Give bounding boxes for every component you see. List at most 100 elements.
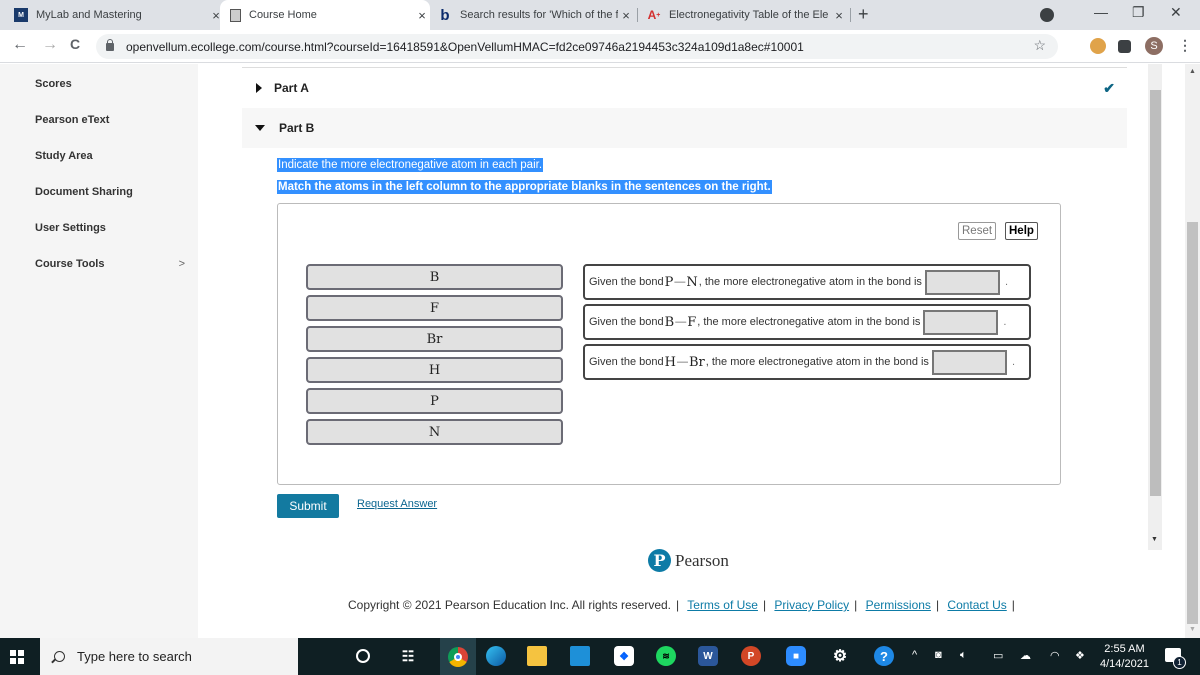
content-scrollbar-thumb[interactable] (1150, 90, 1161, 496)
sidebar-item-pearson-etext[interactable]: Pearson eText (35, 114, 185, 126)
sentence-text: Given the bond (589, 316, 664, 328)
close-tab-icon[interactable]: × (831, 8, 847, 23)
forward-button[interactable]: → (42, 36, 58, 54)
footer-separator: | (1011, 598, 1015, 612)
answer-drop-target[interactable] (923, 309, 999, 335)
sidebar-item-study-area[interactable]: Study Area (35, 150, 185, 162)
sidebar-item-document-sharing[interactable]: Document Sharing (35, 186, 185, 198)
show-hidden-icons-chevron[interactable]: ^ (912, 649, 917, 661)
sidebar-item-label: Pearson eText (35, 114, 110, 126)
sidebar-item-scores[interactable]: Scores (35, 78, 185, 90)
close-tab-icon[interactable]: × (414, 8, 430, 23)
cookie-extension-icon[interactable] (1090, 38, 1106, 54)
page-scrollbar[interactable]: ▲ ▼ (1185, 64, 1200, 638)
scroll-down-arrow-icon[interactable]: ▼ (1189, 626, 1196, 633)
tab-mylab[interactable]: M MyLab and Mastering × (14, 0, 224, 30)
zoom-app-icon[interactable]: ■ (786, 646, 806, 666)
atom-tile-n[interactable]: N (306, 419, 563, 445)
clock-date: 4/14/2021 (1100, 658, 1149, 670)
atom-tile-p[interactable]: P (306, 388, 563, 414)
word-icon[interactable]: W (698, 646, 718, 666)
aplus-icon: A + (647, 8, 661, 22)
windows-start-icon[interactable] (10, 650, 24, 664)
tab-title: Search results for 'Which of the f (460, 9, 618, 21)
help-button[interactable]: Help (1005, 222, 1038, 240)
file-explorer-icon[interactable] (527, 646, 547, 666)
dropbox-tray-icon[interactable]: ❖ (1075, 649, 1085, 662)
settings-gear-icon[interactable]: ⚙ (830, 646, 850, 666)
extensions-puzzle-icon[interactable] (1118, 40, 1131, 53)
taskbar-search-box[interactable]: Type here to search (40, 638, 298, 675)
tab-title: Course Home (249, 9, 317, 21)
tab-electronegativity[interactable]: A + Electronegativity Table of the Ele × (647, 0, 847, 30)
reload-button[interactable]: C (70, 36, 80, 52)
wifi-icon[interactable]: ◠ (1050, 649, 1060, 662)
submit-button[interactable]: Submit (277, 494, 339, 518)
profile-avatar[interactable]: S (1145, 37, 1163, 55)
page-icon (230, 8, 241, 22)
system-clock[interactable]: 2:55 AM 4/14/2021 (1100, 642, 1149, 672)
sentence-period: . (1003, 316, 1007, 328)
mail-icon[interactable] (570, 646, 590, 666)
cortana-icon[interactable] (356, 649, 370, 663)
help-question-icon[interactable]: ? (874, 646, 894, 666)
part-a-header[interactable]: Part A ✔ (242, 72, 1127, 104)
page-scrollbar-thumb[interactable] (1187, 222, 1198, 624)
checkmark-icon: ✔ (1103, 80, 1115, 96)
permissions-link[interactable]: Permissions (866, 598, 931, 612)
drag-drop-area: Reset Help B F Br H P N Given the bond P… (277, 203, 1061, 485)
terms-of-use-link[interactable]: Terms of Use (687, 598, 758, 612)
onedrive-cloud-icon[interactable]: ☁ (1020, 649, 1031, 662)
sidebar-item-course-tools[interactable]: Course Tools > (35, 258, 185, 270)
maximize-button[interactable]: ❐ (1132, 4, 1145, 21)
search-placeholder: Type here to search (77, 649, 192, 664)
bond-atom: N (686, 274, 698, 290)
browser-tab-strip: M MyLab and Mastering × Course Home × b … (0, 0, 1200, 30)
atom-tile-br[interactable]: Br (306, 326, 563, 352)
camera-icon[interactable]: ◙ (935, 649, 942, 661)
task-view-icon[interactable]: ☷ (398, 646, 418, 666)
atom-tile-f[interactable]: F (306, 295, 563, 321)
reset-button[interactable]: Reset (958, 222, 997, 240)
sentence-text: Given the bond (589, 276, 664, 288)
contact-us-link[interactable]: Contact Us (947, 598, 1006, 612)
spotify-icon[interactable]: ≋ (656, 646, 676, 666)
tab-course-home[interactable]: Course Home × (220, 0, 430, 30)
url-text: openvellum.ecollege.com/course.html?cour… (126, 39, 804, 54)
search-icon (54, 651, 65, 662)
browser-menu-icon[interactable]: ⋮ (1178, 37, 1192, 54)
copyright-text: Copyright © 2021 Pearson Education Inc. … (348, 598, 672, 612)
answer-drop-target[interactable] (924, 269, 1000, 295)
back-button[interactable]: ← (12, 36, 28, 54)
answer-drop-target[interactable] (931, 349, 1007, 375)
powerpoint-icon[interactable]: P (741, 646, 761, 666)
atom-tile-b[interactable]: B (306, 264, 563, 290)
sidebar-item-label: User Settings (35, 222, 106, 234)
tab-bing-search[interactable]: b Search results for 'Which of the f × (438, 0, 634, 30)
media-control-icon[interactable] (1040, 8, 1054, 22)
edge-icon[interactable] (486, 646, 506, 666)
bond-dash: — (674, 276, 686, 288)
address-bar[interactable]: openvellum.ecollege.com/course.html?cour… (96, 34, 1058, 59)
volume-icon[interactable]: 🔈︎ (960, 649, 967, 662)
close-tab-icon[interactable]: × (618, 8, 634, 23)
bond-dash: — (675, 316, 687, 328)
dropbox-icon[interactable]: ❖ (614, 646, 634, 666)
chrome-taskbar-icon[interactable] (440, 638, 476, 675)
atom-tile-h[interactable]: H (306, 357, 563, 383)
privacy-policy-link[interactable]: Privacy Policy (774, 598, 849, 612)
sidebar-item-user-settings[interactable]: User Settings (35, 222, 185, 234)
bookmark-star-icon[interactable]: ☆ (1033, 37, 1046, 54)
minimize-button[interactable]: — (1094, 4, 1108, 20)
footer-separator: | (854, 598, 858, 612)
battery-icon[interactable]: ▭ (993, 649, 1003, 662)
bond-atom: F (687, 314, 697, 330)
part-b-header[interactable]: Part B (242, 108, 1127, 148)
new-tab-button[interactable]: + (858, 4, 869, 25)
scroll-down-arrow-icon[interactable]: ▼ (1151, 536, 1158, 543)
close-window-button[interactable]: ✕ (1170, 4, 1182, 21)
scroll-up-arrow-icon[interactable]: ▲ (1189, 68, 1196, 75)
request-answer-link[interactable]: Request Answer (357, 498, 437, 510)
pearson-logo: P Pearson (648, 549, 729, 572)
content-scrollbar[interactable]: ▼ (1148, 64, 1162, 550)
